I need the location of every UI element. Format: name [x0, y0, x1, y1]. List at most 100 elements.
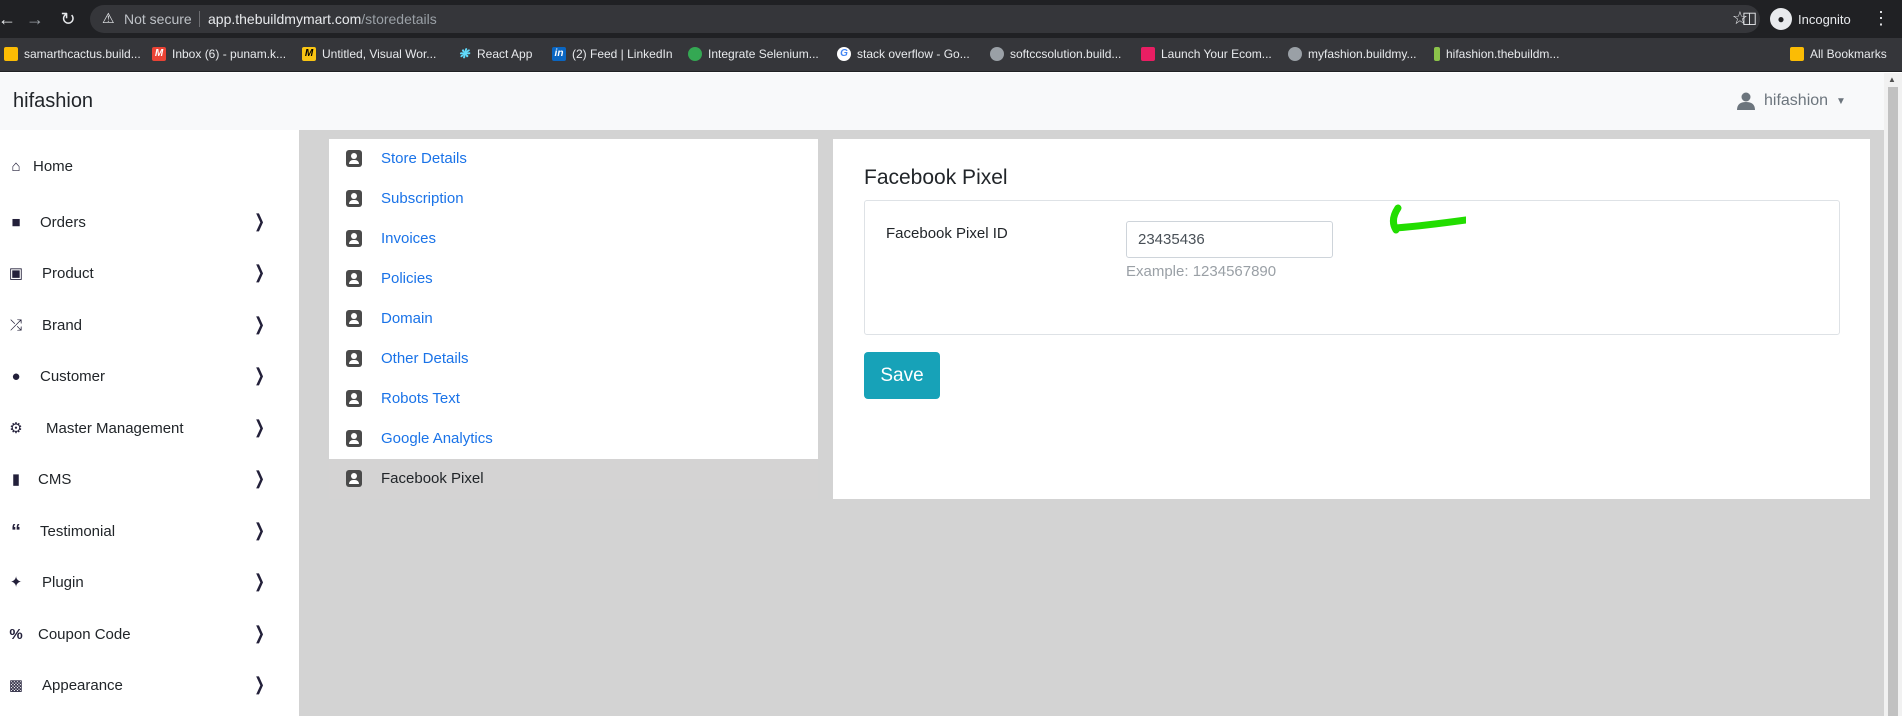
security-label[interactable]: Not secure [124, 11, 192, 27]
pixel-id-label: Facebook Pixel ID [886, 225, 1008, 242]
bookmark-item[interactable]: in (2) Feed | LinkedIn [552, 47, 673, 61]
shop-icon [1141, 47, 1155, 61]
settings-item-label: Policies [381, 270, 433, 287]
bookmark-item[interactable]: myfashion.buildmy... [1288, 47, 1417, 61]
globe-icon [1288, 47, 1302, 61]
chevron-right-icon: ❯ [254, 314, 265, 334]
all-bookmarks[interactable]: All Bookmarks [1790, 47, 1887, 61]
bookmark-label: Untitled, Visual Wor... [322, 47, 437, 61]
sidebar-item-label: Home [33, 158, 74, 175]
sidebar-item-product[interactable]: ▣ Product ❯ [0, 254, 299, 294]
bookmark-item[interactable]: ❋ React App [457, 47, 533, 62]
settings-item-policies[interactable]: Policies [329, 259, 818, 299]
contact-book-icon [346, 150, 362, 167]
page-title: Facebook Pixel [864, 166, 1008, 189]
bookmark-label: samarthcactus.build... [24, 47, 141, 61]
forward-icon[interactable]: → [24, 8, 46, 30]
bookmark-item[interactable]: samarthcactus.build... [4, 47, 141, 61]
chevron-right-icon: ❯ [254, 468, 265, 488]
settings-item-store-details[interactable]: Store Details [329, 139, 818, 179]
sidebar-item-label: CMS [38, 471, 72, 488]
sidebar-item-master-management[interactable]: ⚙ Master Management ❯ [0, 409, 299, 449]
site-icon [1434, 47, 1440, 61]
bookmark-item[interactable]: Gstack overflow - Go... [837, 47, 970, 61]
bookmark-label: Launch Your Ecom... [1161, 47, 1272, 61]
bookmark-item[interactable]: softccsolution.build... [990, 47, 1121, 61]
url-path: /storedetails [361, 11, 437, 27]
sidebar-item-appearance[interactable]: ▩ Appearance ❯ [0, 666, 299, 706]
user-cog-icon: ⚙ [9, 420, 23, 437]
settings-item-label: Other Details [381, 350, 469, 367]
sidebar-item-orders[interactable]: ■ Orders ❯ [0, 203, 299, 243]
sidebar-item-cms[interactable]: ▮ CMS ❯ [0, 460, 299, 500]
sidebar-item-plugin[interactable]: ✦ Plugin ❯ [0, 563, 299, 603]
bookmark-item[interactable]: Integrate Selenium... [688, 47, 819, 61]
quote-icon: “ [11, 521, 21, 543]
bookmarks-bar: samarthcactus.build... M Inbox (6) - puna… [0, 38, 1902, 72]
pixel-id-input[interactable] [1126, 221, 1333, 258]
linkedin-icon: in [552, 47, 566, 61]
user-icon [1737, 92, 1755, 110]
chevron-right-icon: ❯ [254, 365, 265, 385]
settings-item-label: Google Analytics [381, 430, 493, 447]
incognito-indicator[interactable]: ● Incognito [1770, 6, 1851, 32]
bookmark-label: myfashion.buildmy... [1308, 47, 1417, 61]
shuffle-icon: ⤮ [9, 317, 22, 334]
facebook-pixel-panel: Facebook Pixel Facebook Pixel ID Example… [833, 139, 1870, 499]
chrome-icon [688, 47, 702, 61]
settings-item-domain[interactable]: Domain [329, 299, 818, 339]
bookmark-item[interactable]: Launch Your Ecom... [1141, 47, 1272, 61]
scroll-up-icon[interactable]: ▲ [1888, 75, 1896, 84]
sidebar-item-customer[interactable]: ● Customer ❯ [0, 357, 299, 397]
settings-item-robots-text[interactable]: Robots Text [329, 379, 818, 419]
contact-book-icon [346, 350, 362, 367]
sidebar-item-home[interactable]: ⌂ Home [0, 147, 299, 187]
side-panel-icon[interactable]: ◫ [1742, 8, 1757, 28]
bookmark-label: softccsolution.build... [1010, 47, 1122, 61]
address-bar[interactable]: ⚠ Not secure app.thebuildmymart.com/stor… [90, 5, 1760, 33]
percent-icon: % [9, 626, 23, 643]
annotation-arrow-icon [1389, 204, 1466, 234]
incognito-label: Incognito [1798, 11, 1851, 27]
puzzle-icon: ✦ [9, 574, 23, 591]
brand-title[interactable]: hifashion [13, 90, 93, 113]
bookmark-item[interactable]: hifashion.thebuildm... [1434, 47, 1559, 61]
contact-book-icon [346, 270, 362, 287]
scroll-thumb[interactable] [1888, 87, 1898, 716]
miro-icon: M [302, 47, 316, 61]
all-bookmarks-label: All Bookmarks [1810, 47, 1887, 61]
bookmark-item[interactable]: M Inbox (6) - punam.k... [152, 47, 286, 61]
back-icon[interactable]: ← [0, 8, 18, 30]
settings-item-invoices[interactable]: Invoices [329, 219, 818, 259]
settings-item-facebook-pixel[interactable]: Facebook Pixel [329, 459, 818, 499]
sidebar-item-label: Orders [40, 214, 86, 231]
sidebar-item-testimonial[interactable]: “ Testimonial ❯ [0, 512, 299, 552]
user-menu[interactable]: hifashion ▼ [1736, 91, 1846, 111]
gmail-icon: M [152, 47, 166, 61]
bookmark-label: hifashion.thebuildm... [1446, 47, 1560, 61]
bookmark-item[interactable]: M Untitled, Visual Wor... [302, 47, 436, 61]
page-scrollbar[interactable]: ▲ [1884, 73, 1902, 716]
user-icon: ● [11, 368, 21, 385]
sidebar-item-label: Plugin [42, 574, 84, 591]
bookmark-favicon [4, 47, 18, 61]
kebab-menu-icon[interactable]: ⋮ [1872, 8, 1890, 29]
reload-icon[interactable]: ↻ [57, 8, 79, 30]
save-button[interactable]: Save [864, 352, 940, 399]
bookmark-label: Integrate Selenium... [708, 47, 819, 61]
settings-item-google-analytics[interactable]: Google Analytics [329, 419, 818, 459]
chevron-right-icon: ❯ [254, 674, 265, 694]
settings-item-label: Robots Text [381, 390, 460, 407]
url-text[interactable]: app.thebuildmymart.com/storedetails [208, 11, 437, 27]
settings-item-subscription[interactable]: Subscription [329, 179, 818, 219]
settings-item-other-details[interactable]: Other Details [329, 339, 818, 379]
settings-item-label: Store Details [381, 150, 467, 167]
pixel-id-help: Example: 1234567890 [1126, 263, 1277, 280]
chevron-right-icon: ❯ [254, 211, 265, 231]
chevron-right-icon: ❯ [254, 571, 265, 591]
sidebar-item-brand[interactable]: ⤮ Brand ❯ [0, 306, 299, 346]
contact-book-icon [346, 390, 362, 407]
warning-icon[interactable]: ⚠ [102, 10, 115, 27]
chevron-right-icon: ❯ [254, 417, 265, 437]
sidebar-item-coupon-code[interactable]: % Coupon Code ❯ [0, 615, 299, 655]
